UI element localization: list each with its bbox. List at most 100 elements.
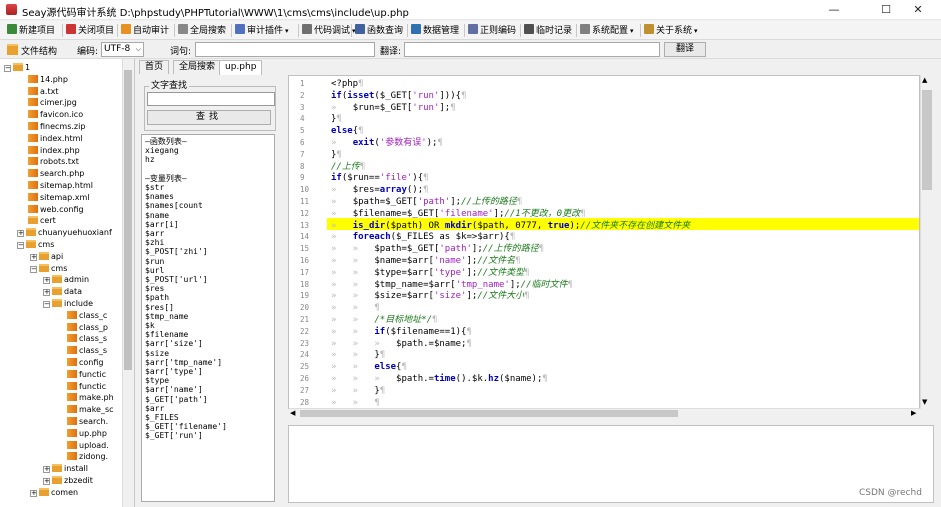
tree-node[interactable]: robots.txt — [17, 156, 79, 168]
toolbar-button-1[interactable]: 关闭项目 — [66, 24, 114, 37]
code-line[interactable]: » » $path=$_GET['path'];//上传的路径¶ — [331, 244, 544, 254]
toolbar-button-8[interactable]: 正则编码 — [468, 24, 516, 37]
tab-0[interactable]: 首页 — [139, 60, 170, 74]
code-line[interactable]: if($run=='file'){¶ — [331, 173, 429, 183]
code-line[interactable]: » » }¶ — [331, 350, 385, 360]
tree-node[interactable]: make_sc — [56, 404, 114, 416]
code-line[interactable]: }¶ — [331, 150, 342, 160]
tree-node[interactable]: + api — [30, 251, 63, 263]
scroll-right-icon[interactable]: ▶ — [911, 409, 916, 417]
code-line[interactable]: » » $tmp_name=$arr['tmp_name'];//临时文件¶ — [331, 280, 573, 290]
code-line[interactable]: <?php¶ — [331, 79, 364, 89]
tree-node[interactable]: upload. — [56, 440, 109, 452]
code-line[interactable]: » » » $path.=time().$k.hz($name);¶ — [331, 374, 548, 384]
toolbar-button-2[interactable]: 自动审计 — [121, 24, 169, 37]
toolbar-button-0[interactable]: 新建项目 — [7, 24, 55, 37]
code-line[interactable]: » $run=$_GET['run'];¶ — [331, 103, 456, 113]
tree-node[interactable]: search. — [56, 416, 108, 428]
tree-toggle-icon[interactable]: + — [43, 277, 50, 285]
code-line[interactable]: » $filename=$_GET['filename'];//1不更改，0更改… — [331, 209, 586, 219]
tree-node[interactable]: config — [56, 357, 103, 369]
code-line[interactable]: » » }¶ — [331, 386, 385, 396]
scroll-down-icon[interactable]: ▼ — [922, 398, 927, 406]
toolbar-button-10[interactable]: 系统配置 ▾ — [580, 24, 634, 37]
tab-2[interactable]: up.php — [219, 60, 263, 75]
tree-toggle-icon[interactable]: − — [30, 265, 37, 273]
tree-scrollbar-thumb[interactable] — [124, 70, 132, 370]
tree-toggle-icon[interactable]: + — [43, 478, 50, 485]
code-line[interactable]: » $path=$_GET['path'];//上传的路径¶ — [331, 197, 522, 207]
tree-node[interactable]: + comen — [30, 487, 78, 499]
tree-node[interactable]: functic — [56, 381, 106, 393]
editor-horizontal-scrollbar-thumb[interactable] — [300, 410, 678, 417]
code-line[interactable]: else{¶ — [331, 126, 364, 136]
code-line[interactable]: » $res=array();¶ — [331, 185, 429, 195]
toolbar-button-11[interactable]: 关于系统 ▾ — [644, 24, 698, 37]
tree-node[interactable]: − cms — [17, 239, 54, 251]
tree-node[interactable]: + chuanyuehuoxianf — [17, 227, 112, 239]
tree-node[interactable]: functic — [56, 369, 106, 381]
function-list-item[interactable]: hz — [145, 155, 155, 165]
tree-node[interactable]: class_p — [56, 322, 108, 334]
toolbar-button-5[interactable]: 代码调试 ▾ — [302, 24, 356, 37]
tree-node[interactable]: index.html — [17, 133, 83, 145]
scroll-up-icon[interactable]: ▲ — [922, 76, 927, 84]
code-line[interactable]: }¶ — [331, 114, 342, 124]
tree-toggle-icon[interactable]: − — [17, 242, 24, 249]
find-button[interactable]: 查找 — [147, 110, 271, 125]
tree-node[interactable]: + zbzedit — [43, 475, 93, 487]
minimize-button[interactable]: — — [814, 0, 854, 20]
file-structure-label[interactable]: 文件结构 — [21, 44, 57, 57]
tree-node[interactable]: sitemap.xml — [17, 192, 90, 204]
tab-1[interactable]: 全局搜索 — [173, 60, 222, 74]
tree-node[interactable]: make.ph — [56, 392, 114, 404]
toolbar-button-6[interactable]: 函数查询 — [355, 24, 403, 37]
function-list-item[interactable]: $_GET['run'] — [145, 431, 203, 441]
code-line[interactable]: » » $name=$arr['name'];//文件名¶ — [331, 256, 521, 266]
tree-toggle-icon[interactable]: − — [4, 65, 11, 72]
code-line[interactable]: //上传¶ — [331, 162, 365, 172]
tree-node[interactable]: − cms — [30, 263, 67, 275]
code-line[interactable]: » foreach($_FILES as $k=>$arr){¶ — [331, 232, 515, 242]
tree-node[interactable]: web.config — [17, 204, 84, 216]
tree-node[interactable]: zidong. — [56, 451, 108, 463]
scroll-left-icon[interactable]: ◀ — [290, 409, 295, 417]
code-line[interactable]: » is_dir($path) OR mkdir($path, 0777, tr… — [331, 221, 690, 231]
encoding-select[interactable]: UTF-8 ⌵ — [101, 42, 144, 57]
toolbar-button-3[interactable]: 全局搜索 — [178, 24, 226, 37]
word-input[interactable] — [195, 42, 375, 57]
code-line[interactable]: » » else{¶ — [331, 362, 407, 372]
tree-node[interactable]: a.txt — [17, 86, 58, 98]
code-line[interactable]: » » $size=$arr['size'];//文件大小¶ — [331, 291, 530, 301]
toolbar-button-9[interactable]: 临时记录 — [524, 24, 572, 37]
tree-node[interactable]: class_c — [56, 310, 107, 322]
tree-node[interactable]: cimer.jpg — [17, 97, 77, 109]
translate-button[interactable]: 翻译 — [664, 42, 706, 57]
tree-node[interactable]: index.php — [17, 145, 80, 157]
code-line[interactable]: » » » $path.=$name;¶ — [331, 339, 472, 349]
editor-vertical-scrollbar-thumb[interactable] — [922, 90, 932, 190]
tree-node[interactable]: −1 — [4, 62, 30, 74]
tree-toggle-icon[interactable]: + — [43, 466, 50, 474]
tree-node[interactable]: + data — [43, 286, 82, 298]
tree-toggle-icon[interactable]: + — [43, 289, 50, 297]
text-search-input[interactable] — [147, 92, 275, 106]
tree-node[interactable]: favicon.ico — [17, 109, 83, 121]
tree-toggle-icon[interactable]: + — [30, 253, 37, 261]
tree-toggle-icon[interactable]: + — [30, 489, 37, 497]
code-line[interactable]: if(isset($_GET['run'])){¶ — [331, 91, 467, 101]
code-line[interactable]: » » $type=$arr['type'];//文件类型¶ — [331, 268, 530, 278]
tree-node[interactable]: search.php — [17, 168, 84, 180]
toolbar-button-4[interactable]: 审计插件 ▾ — [235, 24, 289, 37]
tree-toggle-icon[interactable]: − — [43, 301, 50, 308]
code-line[interactable]: » » ¶ — [331, 398, 380, 408]
tree-toggle-icon[interactable]: + — [17, 230, 24, 238]
tree-node[interactable]: up.php — [56, 428, 107, 440]
tree-node[interactable]: sitemap.html — [17, 180, 93, 192]
close-button[interactable]: ✕ — [898, 0, 938, 20]
tree-node[interactable]: + install — [43, 463, 88, 475]
code-line[interactable]: » » ¶ — [331, 303, 380, 313]
toolbar-button-7[interactable]: 数据管理 — [411, 24, 459, 37]
tree-node[interactable]: class_s — [56, 333, 107, 345]
code-line[interactable]: » exit('参数有误');¶ — [331, 138, 443, 148]
